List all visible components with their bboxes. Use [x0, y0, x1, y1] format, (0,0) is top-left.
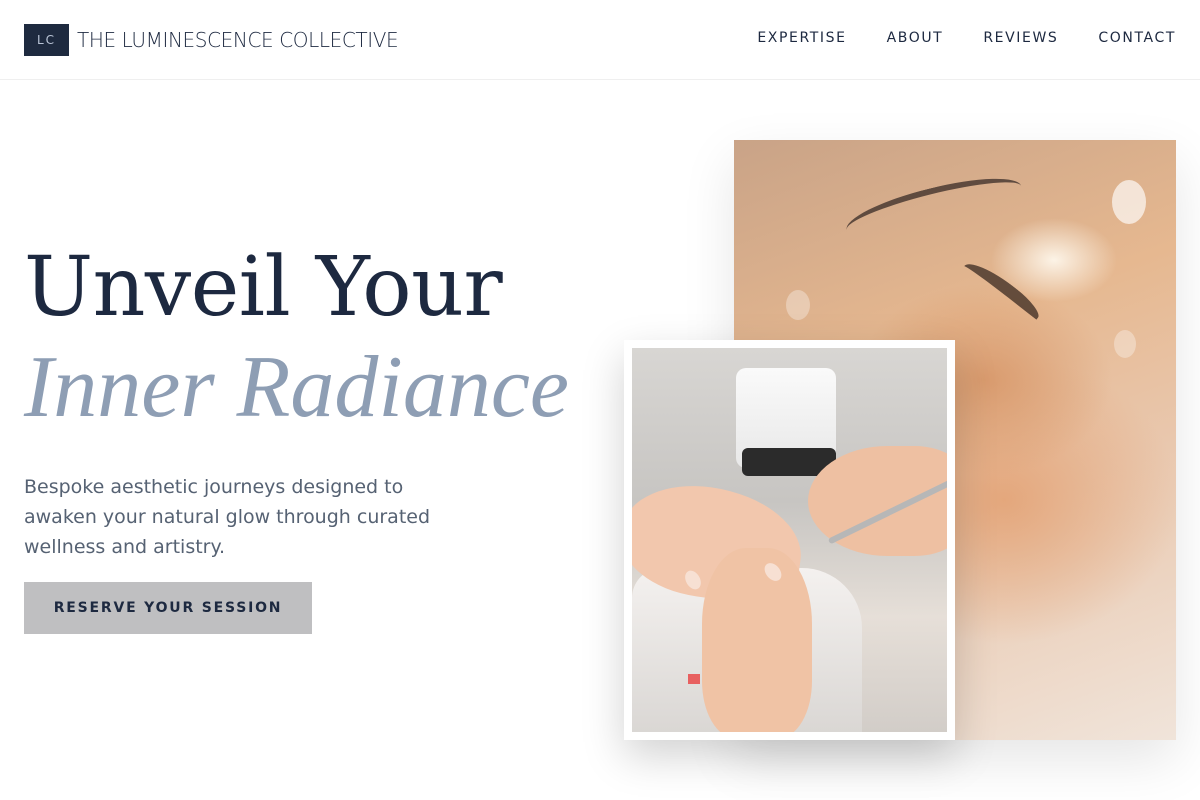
manicure-photo-frame	[624, 340, 955, 740]
hero-title-line2: Inner Radiance	[24, 339, 569, 436]
bokeh-light	[1114, 330, 1136, 358]
brand-name[interactable]: THE LUMINESCENCE COLLECTIVE	[77, 28, 399, 52]
bokeh-light	[786, 290, 810, 320]
main-nav: EXPERTISE ABOUT REVIEWS CONTACT	[757, 30, 1176, 46]
reserve-session-button[interactable]: RESERVE YOUR SESSION	[24, 582, 312, 634]
nav-link-reviews[interactable]: REVIEWS	[983, 30, 1058, 46]
lashes-shape	[841, 166, 1027, 250]
hero-section: Unveil Your Inner Radiance Bespoke aesth…	[24, 240, 584, 562]
site-header: LC THE LUMINESCENCE COLLECTIVE EXPERTISE…	[0, 0, 1200, 80]
manicure-photo	[632, 348, 947, 732]
hero-title-line1: Unveil Your	[24, 240, 503, 335]
logo-mark[interactable]: LC	[24, 24, 69, 56]
lamp-indicator	[688, 674, 700, 684]
nav-link-contact[interactable]: CONTACT	[1098, 30, 1176, 46]
nav-link-expertise[interactable]: EXPERTISE	[757, 30, 846, 46]
brand[interactable]: LC THE LUMINESCENCE COLLECTIVE	[24, 24, 399, 56]
brow-shape	[958, 254, 1044, 330]
client-fingers	[702, 548, 812, 732]
bokeh-light	[1112, 180, 1146, 224]
hero-subtitle: Bespoke aesthetic journeys designed to a…	[24, 476, 431, 558]
nav-link-about[interactable]: ABOUT	[887, 30, 944, 46]
